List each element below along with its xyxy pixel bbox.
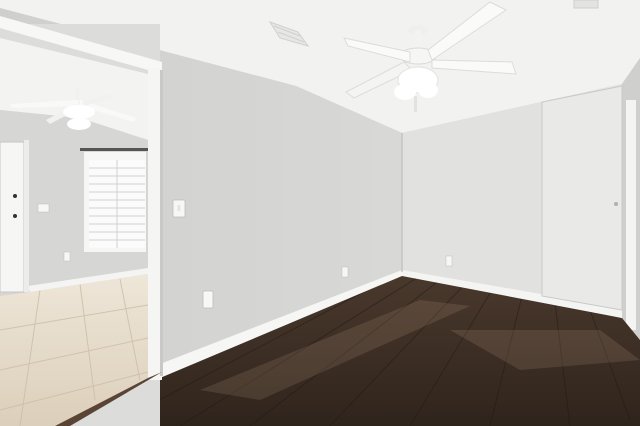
entry-door-frame bbox=[24, 140, 29, 292]
power-outlet bbox=[202, 290, 214, 309]
adjacent-switch bbox=[37, 203, 50, 213]
closet-door bbox=[541, 85, 623, 311]
light-switch-toggle bbox=[177, 205, 181, 211]
power-outlet-back bbox=[341, 266, 349, 278]
door-knob bbox=[13, 214, 17, 218]
room-photo bbox=[0, 0, 640, 426]
right-door-frame bbox=[626, 100, 636, 330]
closet-door-knob bbox=[614, 202, 618, 206]
door-lock bbox=[13, 194, 17, 198]
entry-door bbox=[0, 141, 25, 293]
doorway-casing-right bbox=[148, 68, 162, 380]
power-outlet-right bbox=[445, 255, 453, 267]
room-illustration bbox=[0, 0, 640, 426]
hvac-vent-corner bbox=[573, 0, 599, 9]
window-curtain-rod bbox=[80, 148, 148, 151]
doorway-casing-shadow bbox=[160, 70, 163, 376]
adjacent-outlet bbox=[63, 251, 71, 262]
